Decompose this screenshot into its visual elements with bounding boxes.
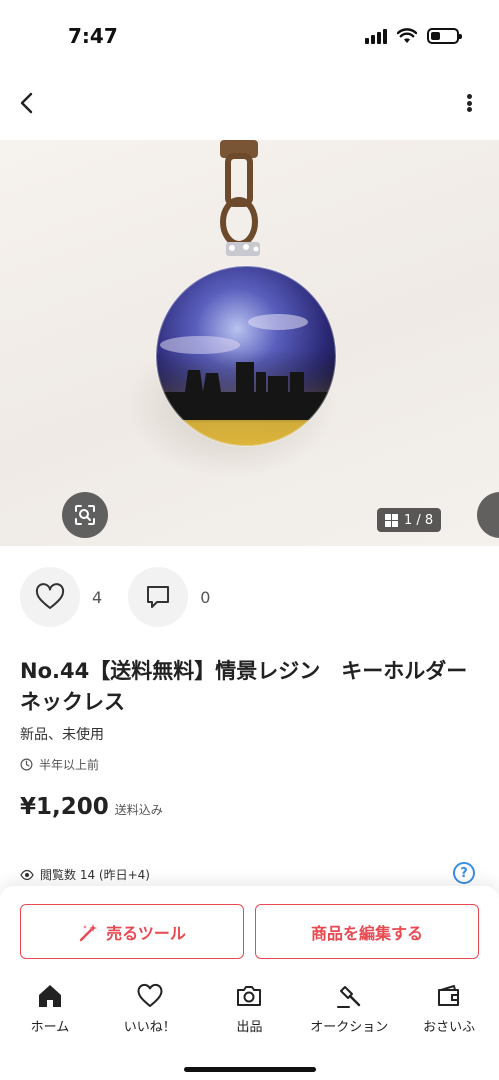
status-icons — [365, 28, 462, 44]
battery-icon — [427, 28, 462, 44]
price-value: ¥1,200 — [20, 794, 109, 820]
tab-auction[interactable]: オークション — [299, 982, 399, 1035]
item-title: No.44【送料無料】情景レジン キーホルダー ネックレス — [20, 659, 489, 714]
edit-item-label: 商品を編集する — [310, 923, 423, 943]
sell-tool-label: 売るツール — [106, 923, 186, 943]
image-search-button[interactable] — [62, 492, 108, 538]
signal-icon — [365, 28, 387, 44]
seller-action-row: 売るツール 商品を編集する — [20, 904, 479, 959]
product-photo — [127, 140, 337, 478]
wallet-icon — [438, 985, 460, 1006]
help-icon[interactable]: ? — [453, 862, 475, 884]
home-icon — [38, 985, 61, 1007]
tab-likes[interactable]: いいね！ — [100, 982, 200, 1035]
like-count: 4 — [92, 587, 103, 607]
image-search-icon — [75, 505, 95, 525]
gavel-icon — [337, 986, 361, 1008]
clock-icon — [20, 758, 33, 771]
dot-icon — [466, 107, 472, 112]
shipping-label: 送料込み — [114, 803, 163, 817]
dot-icon — [466, 100, 472, 106]
dot-icon — [466, 94, 472, 99]
sell-tool-button[interactable]: 売るツール — [20, 904, 244, 959]
grid-icon — [385, 513, 398, 527]
heart-icon — [137, 983, 163, 1007]
tab-likes-label: いいね！ — [123, 1020, 176, 1035]
status-time: 7:47 — [68, 24, 118, 48]
item-condition: 新品、未使用 — [20, 727, 104, 743]
magic-wand-icon — [79, 923, 98, 941]
comment-icon — [147, 586, 170, 608]
like-button[interactable] — [20, 567, 80, 627]
tab-bar: ホーム いいね！ 出品 オークション おさいふ — [0, 982, 499, 1035]
tab-wallet[interactable]: おさいふ — [399, 982, 499, 1035]
edit-item-button[interactable]: 商品を編集する — [255, 904, 479, 959]
tab-listing-label: 出品 — [236, 1020, 263, 1035]
nav-bar — [0, 80, 499, 126]
posted-time-label: 半年以上前 — [39, 758, 100, 772]
reaction-bar: 4 0 — [20, 566, 236, 628]
comment-button[interactable] — [128, 567, 189, 627]
view-count-label: 閲覧数 14 (昨日+4) — [40, 868, 150, 882]
back-button[interactable] — [14, 88, 42, 118]
image-counter[interactable]: 1 / 8 — [377, 508, 442, 532]
status-bar: 7:47 — [0, 0, 499, 70]
tab-wallet-label: おさいふ — [423, 1020, 476, 1035]
bottom-panel: 売るツール 商品を編集する ホーム いいね！ 出品 オークション おさいふ — [0, 886, 499, 1080]
tab-home-label: ホーム — [30, 1020, 70, 1035]
tab-listing[interactable]: 出品 — [200, 982, 300, 1035]
posted-time: 半年以上前 — [20, 756, 99, 773]
product-image-gallery[interactable]: 1 / 8 — [0, 140, 499, 546]
comment-count: 0 — [200, 587, 211, 607]
home-indicator — [184, 1067, 316, 1072]
tab-auction-label: オークション — [310, 1020, 389, 1035]
view-count: 閲覧数 14 (昨日+4) — [20, 866, 150, 883]
image-counter-label: 1 / 8 — [404, 512, 434, 528]
wifi-icon — [397, 28, 417, 43]
price: ¥1,200 送料込み — [20, 794, 163, 820]
camera-icon — [237, 986, 262, 1006]
eye-icon — [20, 869, 34, 880]
tab-home[interactable]: ホーム — [0, 982, 100, 1035]
more-options-button[interactable] — [461, 90, 477, 116]
heart-icon — [35, 583, 65, 609]
chevron-left-icon — [20, 92, 33, 114]
